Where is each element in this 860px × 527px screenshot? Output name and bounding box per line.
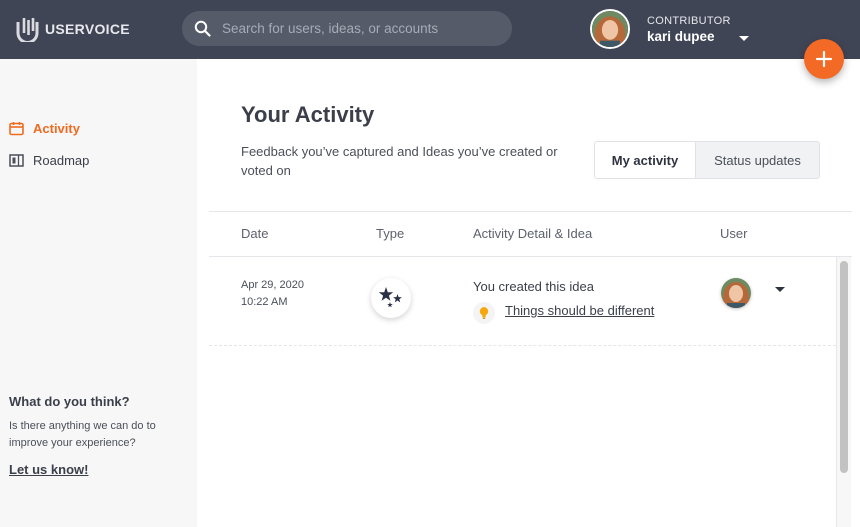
- brand-name: USERVOICE: [45, 21, 130, 37]
- sidebar-item-label: Activity: [33, 121, 80, 136]
- feedback-link[interactable]: Let us know!: [9, 462, 88, 477]
- feedback-text: Is there anything we can do to improve y…: [9, 420, 156, 449]
- user-name[interactable]: kari dupee: [647, 29, 731, 44]
- page-subtitle: Feedback you’ve captured and Ideas you’v…: [241, 144, 558, 178]
- column-header-detail: Activity Detail & Idea: [473, 226, 593, 241]
- column-header-user: User: [720, 226, 748, 241]
- avatar[interactable]: [721, 278, 751, 308]
- stars-icon: [378, 287, 402, 308]
- scrollbar-thumb[interactable]: [840, 261, 848, 473]
- row-date: Apr 29, 2020: [241, 279, 304, 291]
- column-header-type: Type: [376, 226, 405, 241]
- sidebar-item-roadmap[interactable]: Roadmap: [9, 153, 89, 168]
- uservoice-logo[interactable]: USERVOICE: [16, 16, 130, 42]
- divider: [209, 345, 836, 346]
- uservoice-logo-icon: [16, 18, 39, 42]
- user-meta: CONTRIBUTOR kari dupee: [647, 15, 731, 44]
- activity-detail: You created this idea: [473, 279, 594, 294]
- lightbulb-icon: [473, 302, 495, 324]
- tab-status-updates[interactable]: Status updates: [696, 142, 819, 178]
- sidebar-item-activity[interactable]: Activity: [9, 121, 80, 136]
- user-menu[interactable]: CONTRIBUTOR kari dupee: [590, 9, 731, 49]
- row-time: 10:22 AM: [241, 296, 288, 308]
- chevron-down-icon[interactable]: [775, 287, 785, 292]
- search-icon: [194, 20, 211, 37]
- user-role: CONTRIBUTOR: [647, 14, 731, 27]
- avatar[interactable]: [590, 9, 630, 49]
- calendar-icon: [9, 122, 24, 136]
- divider: [209, 256, 852, 257]
- sidebar: Activity Roadmap What do you think? Is t…: [0, 59, 197, 527]
- roadmap-icon: [9, 154, 24, 167]
- activity-toggle: My activity Status updates: [594, 141, 820, 179]
- search-input[interactable]: [222, 21, 502, 36]
- plus-icon: [815, 50, 833, 68]
- type-badge: [371, 278, 411, 318]
- feedback-title: What do you think?: [9, 394, 130, 409]
- chevron-down-icon[interactable]: [739, 36, 749, 41]
- sidebar-item-label: Roadmap: [33, 153, 90, 168]
- page-title: Your Activity: [241, 102, 375, 127]
- top-bar: USERVOICE CONTRIBUTOR kari dupee: [0, 0, 860, 59]
- tab-my-activity[interactable]: My activity: [595, 142, 696, 178]
- feedback-panel: What do you think? Is there anything we …: [9, 394, 189, 479]
- search-bar[interactable]: [182, 11, 512, 46]
- divider: [209, 211, 852, 212]
- column-header-date: Date: [241, 226, 269, 241]
- idea-link[interactable]: Things should be different: [505, 303, 654, 318]
- add-button[interactable]: [804, 39, 844, 79]
